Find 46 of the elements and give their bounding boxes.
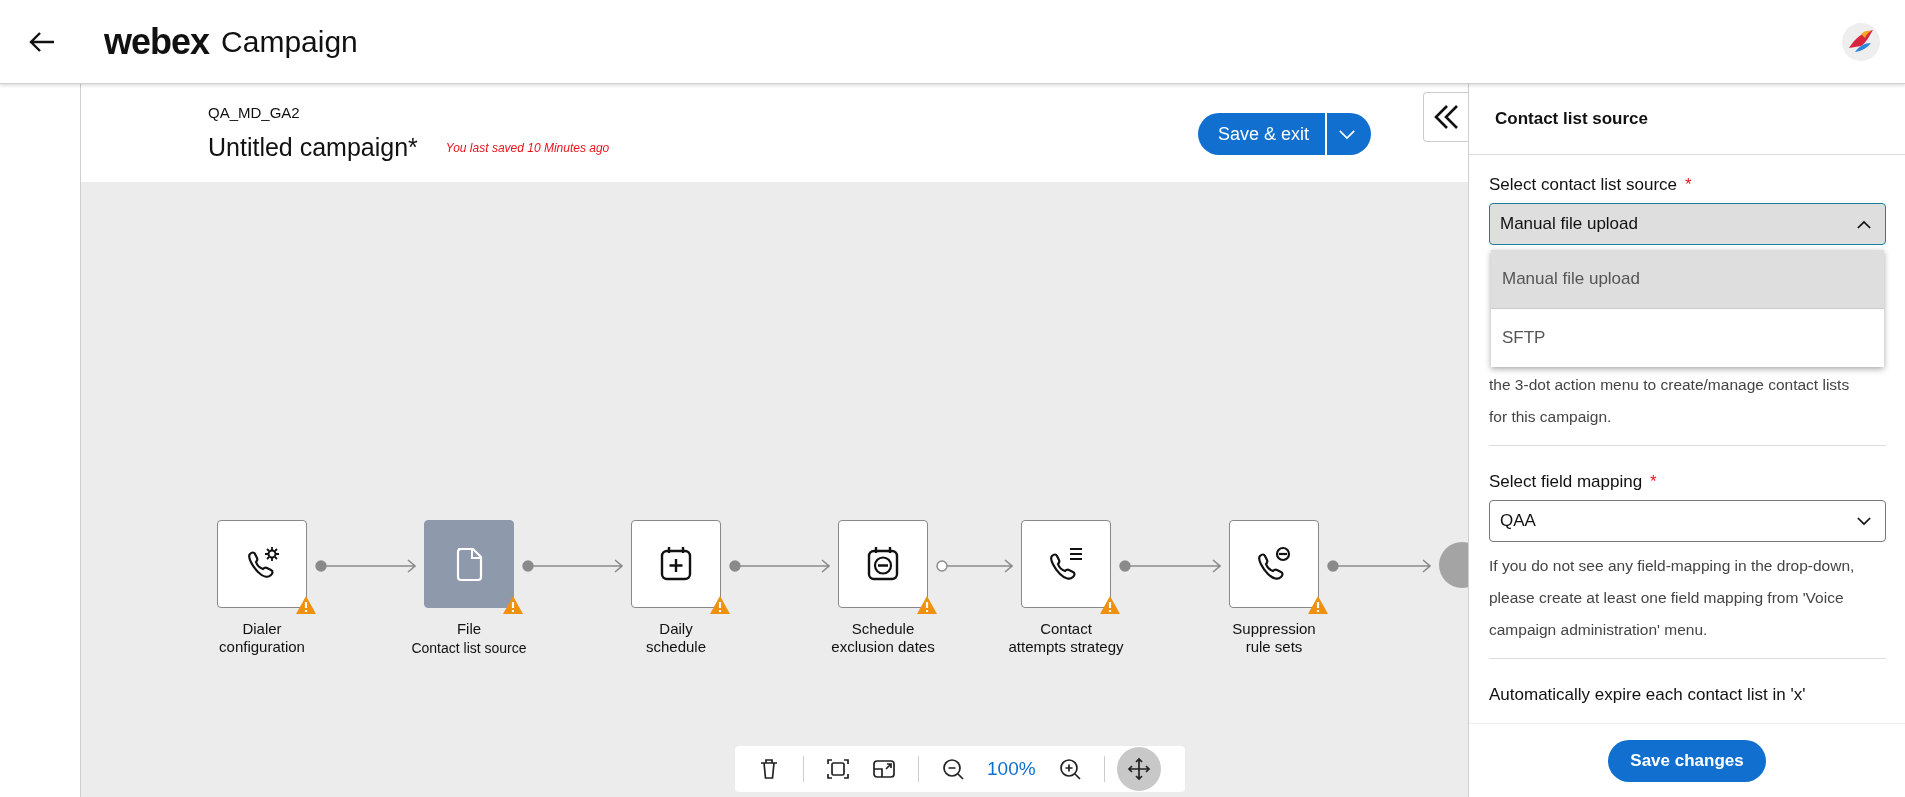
- save-exit-button[interactable]: Save & exit: [1197, 113, 1325, 155]
- node-sublabel: Contact list source: [411, 640, 527, 656]
- node-label: Schedule exclusion dates: [831, 620, 935, 656]
- app-title: Campaign: [221, 24, 358, 59]
- node-label: Daily schedule: [645, 620, 706, 656]
- field-label: Select field mapping: [1489, 472, 1643, 492]
- required-mark: *: [1650, 472, 1657, 492]
- dropdown-option[interactable]: Manual file upload: [1491, 250, 1884, 309]
- field-label: Select contact list source: [1489, 175, 1678, 195]
- fit-screen-icon[interactable]: [826, 757, 850, 781]
- field-label: Automatically expire each contact list in 'x': [1489, 685, 1807, 705]
- move-icon: [1126, 757, 1151, 781]
- pan-button[interactable]: [1116, 747, 1161, 791]
- zoom-out-icon[interactable]: [941, 757, 965, 781]
- campaign-title: Untitled campaign*: [208, 133, 418, 162]
- flow-node[interactable]: [217, 520, 307, 608]
- node-label: Contact attempts strategy: [1008, 620, 1124, 656]
- collapse-panel-button[interactable]: [1423, 92, 1468, 142]
- zoom-in-icon[interactable]: [1057, 757, 1082, 781]
- save-options-button[interactable]: [1327, 113, 1371, 155]
- chevron-down-icon: [1338, 128, 1356, 140]
- save-changes-button[interactable]: Save changes: [1608, 739, 1766, 782]
- flow-node[interactable]: [631, 520, 721, 608]
- save-status: You last saved 10 Minutes ago: [445, 140, 610, 155]
- dropdown-option[interactable]: SFTP: [1491, 309, 1884, 367]
- flow-node[interactable]: [1021, 520, 1111, 608]
- back-arrow-icon[interactable]: [28, 29, 56, 54]
- help-text: the 3-dot action menu to create/manage contact lists for this campaign.: [1489, 375, 1851, 427]
- contact-source-select[interactable]: Manual file upload: [1489, 203, 1886, 245]
- flow-node[interactable]: [424, 520, 514, 608]
- flow-node[interactable]: [838, 520, 928, 608]
- avatar-icon[interactable]: [1841, 21, 1881, 62]
- chevron-icon: [1857, 516, 1871, 526]
- minimap-icon[interactable]: [872, 757, 896, 781]
- help-text: If you do not see any field-mapping in the drop-down, please create at least one field mapping from 'Voice campaign administration' menu.: [1489, 556, 1856, 640]
- node-label: Dialer configuration: [219, 620, 305, 656]
- webex-logo: webex: [104, 20, 210, 63]
- campaign-folder: QA_MD_GA2: [208, 104, 301, 121]
- panel-title: Contact list source: [1469, 84, 1905, 155]
- flow-node[interactable]: [1229, 520, 1319, 608]
- node-label: File: [456, 620, 482, 638]
- zoom-level: 100%: [987, 758, 1036, 780]
- field-mapping-select[interactable]: QAA: [1489, 500, 1886, 542]
- chevron-icon: [1857, 219, 1871, 229]
- required-mark: *: [1685, 175, 1692, 195]
- node-label: Suppression rule sets: [1232, 620, 1316, 656]
